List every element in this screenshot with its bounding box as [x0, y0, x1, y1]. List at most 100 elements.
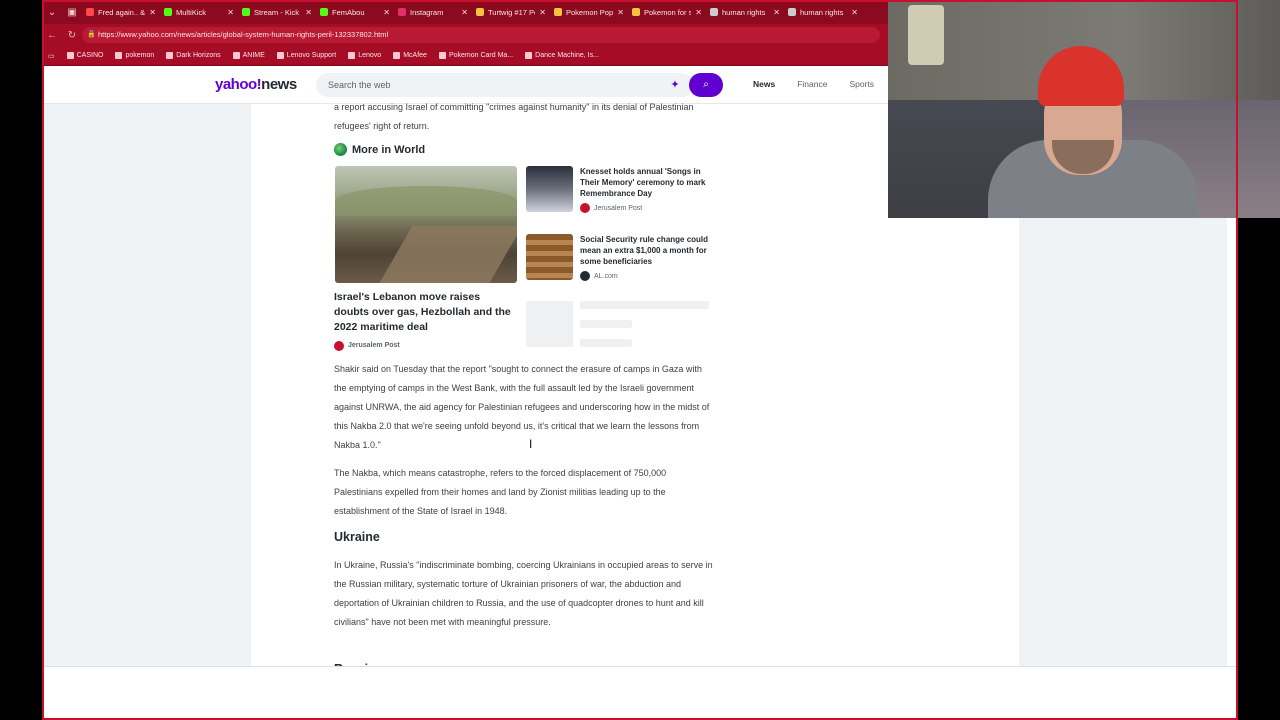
card-2-source-name: AL.com	[594, 272, 618, 280]
related-card-2[interactable]: Social Security rule change could mean a…	[526, 234, 711, 284]
card-1-source: Jerusalem Post	[580, 203, 642, 213]
bookmark-label: ANIME	[242, 52, 265, 59]
url-field[interactable]: 🔒 https://www.yahoo.com/news/articles/gl…	[82, 27, 880, 43]
tab-title: Pokemon Pop	[566, 7, 614, 17]
reload-icon[interactable]: ↻	[62, 30, 82, 41]
tab-title: FemAbou	[332, 7, 365, 17]
tab-favicon-icon	[242, 8, 250, 16]
al-com-icon	[580, 271, 590, 281]
card-2-title[interactable]: Social Security rule change could mean a…	[580, 234, 710, 267]
search-button[interactable]: ⌕	[689, 73, 723, 97]
paragraph-ukraine: In Ukraine, Russia's "indiscriminate bom…	[334, 560, 713, 627]
tab-close-icon[interactable]: ✕	[539, 8, 546, 17]
feature-source: Jerusalem Post	[334, 338, 514, 353]
more-heading-text: More in World	[352, 143, 426, 156]
bookmarks-bar: ▭ CASINO pokemon Dark Horizons ANIME Lenovo …	[42, 46, 888, 66]
bookmarks-menu-icon[interactable]: ▭	[42, 52, 61, 60]
browser-tab[interactable]: Pokemon for s ✕	[628, 0, 706, 24]
nav-finance[interactable]: Finance	[797, 79, 827, 89]
bookmark-item[interactable]: ANIME	[227, 52, 271, 59]
bookmark-label: Dark Horizons	[176, 52, 221, 59]
bookmark-item[interactable]: McAfee	[387, 52, 433, 59]
loading-thumbnail-skeleton	[526, 301, 573, 347]
tab-favicon-icon	[710, 8, 718, 16]
tab-close-icon[interactable]: ✕	[773, 8, 780, 17]
nav-news[interactable]: News	[753, 79, 775, 89]
feature-image[interactable]	[335, 166, 517, 283]
tab-title: MultiKick	[176, 7, 207, 17]
tab-favicon-icon	[632, 8, 640, 16]
browser-tab[interactable]: human rights ✕	[706, 0, 784, 24]
browser-tab[interactable]: Pokemon Pop ✕	[550, 0, 628, 24]
back-icon[interactable]: ←	[42, 30, 62, 41]
paragraph-shakir: Shakir said on Tuesday that the report "…	[334, 364, 710, 450]
bookmark-item[interactable]: Pokemon Card Ma...	[433, 52, 519, 59]
intro-paragraph: a report accusing Israel of committing "…	[334, 102, 694, 131]
loading-line-skeleton	[580, 320, 632, 328]
browser-tab[interactable]: Fred again.. & ✕	[82, 0, 160, 24]
tab-close-icon[interactable]: ✕	[383, 8, 390, 17]
section-heading-ukraine: Ukraine	[334, 530, 380, 544]
left-gutter	[44, 104, 251, 666]
browser-tab[interactable]: Instagram ✕	[394, 0, 472, 24]
nav-sports[interactable]: Sports	[849, 79, 874, 89]
bookmark-item[interactable]: Lenovo Support	[271, 52, 342, 59]
tab-favicon-icon	[86, 8, 94, 16]
bookmark-icon	[232, 52, 240, 59]
tab-favicon-icon	[788, 8, 796, 16]
feature-title[interactable]: Israel's Lebanon move raises doubts over…	[334, 290, 514, 335]
feature-story[interactable]: Israel's Lebanon move raises doubts over…	[334, 290, 514, 353]
tab-favicon-icon	[476, 8, 484, 16]
tab-close-icon[interactable]: ✕	[461, 8, 468, 17]
browser-tab[interactable]: MultiKick ✕	[160, 0, 238, 24]
tab-close-icon[interactable]: ✕	[227, 8, 234, 17]
bookmark-item[interactable]: pokemon	[109, 52, 160, 59]
tab-title: human rights	[800, 7, 844, 17]
ai-sparkle-icon[interactable]: ✦	[666, 76, 684, 94]
tab-strip: ⌄ ▣ Fred again.. & ✕ MultiKick ✕ Stream - Ki…	[42, 0, 888, 24]
globe-icon	[334, 143, 347, 156]
tab-close-icon[interactable]: ✕	[149, 8, 156, 17]
url-text: https://www.yahoo.com/news/articles/glob…	[98, 30, 389, 39]
tab-list-chevron-icon[interactable]: ⌄	[42, 0, 62, 24]
tab-close-icon[interactable]: ✕	[851, 8, 858, 17]
page-bottom-area	[44, 666, 1236, 718]
card-1-thumbnail	[526, 166, 573, 212]
tab-title: Turtwig #17 Po	[488, 7, 536, 17]
article-body: Shakir said on Tuesday that the report "…	[334, 360, 714, 521]
card-1-title[interactable]: Knesset holds annual 'Songs in Their Mem…	[580, 166, 710, 199]
bookmark-icon	[115, 52, 123, 59]
card-1-source-name: Jerusalem Post	[594, 204, 643, 212]
bookmark-item[interactable]: Dark Horizons	[160, 52, 226, 59]
paragraph-nakba: The Nakba, which means catastrophe, refe…	[334, 468, 667, 516]
tab-close-icon[interactable]: ✕	[617, 8, 624, 17]
jpost-icon	[334, 340, 344, 351]
article-intro: a report accusing Israel of committing "…	[334, 98, 714, 136]
article-body-ukraine: In Ukraine, Russia's "indiscriminate bom…	[334, 556, 714, 632]
card-2-source: AL.com	[580, 271, 618, 281]
bookmark-icon	[525, 52, 533, 59]
browser-tab[interactable]: Turtwig #17 Po ✕	[472, 0, 550, 24]
tab-close-icon[interactable]: ✕	[695, 8, 702, 17]
tab-title: human rights	[722, 7, 766, 17]
bookmark-item[interactable]: Dance Machine, Is...	[519, 52, 605, 59]
search-input[interactable]: Search the web	[316, 73, 694, 97]
card-2-thumbnail	[526, 234, 573, 280]
tab-favicon-icon	[398, 8, 406, 16]
browser-tab[interactable]: human rights ✕	[784, 0, 862, 24]
bookmark-item[interactable]: Lenovo	[342, 52, 387, 59]
address-bar-row: ← ↻ 🔒 https://www.yahoo.com/news/article…	[42, 24, 888, 46]
loading-line-skeleton	[580, 301, 709, 309]
browser-tab[interactable]: FemAbou ✕	[316, 0, 394, 24]
lock-icon: 🔒	[87, 31, 96, 38]
yahoo-news-logo[interactable]: yahoo!news	[215, 76, 297, 93]
tab-close-icon[interactable]: ✕	[305, 8, 312, 17]
related-card-1[interactable]: Knesset holds annual 'Songs in Their Mem…	[526, 166, 711, 216]
bookmark-item[interactable]: CASINO	[61, 52, 110, 59]
bookmark-icon	[438, 52, 446, 59]
bookmark-icon	[276, 52, 284, 59]
browser-tab[interactable]: Stream - Kick ✕	[238, 0, 316, 24]
tab-title: Fred again.. &	[98, 7, 146, 17]
webcam-overlay	[888, 0, 1280, 218]
workspace-icon[interactable]: ▣	[62, 0, 82, 24]
